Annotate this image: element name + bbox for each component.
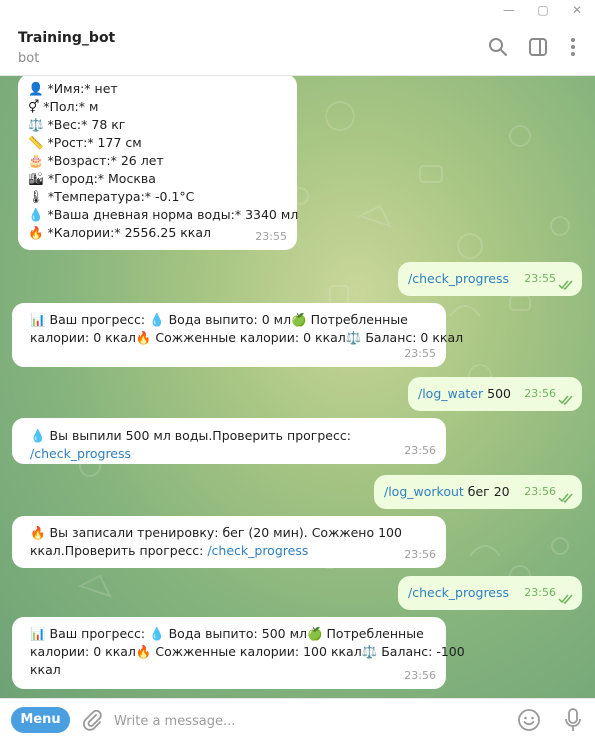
message-line: 🌡 *Температура:* -0.1°C bbox=[28, 189, 195, 204]
telegram-window: — ▢ ✕ Training_bot bot 👤 *Имя:* нет ⚥ *П… bbox=[0, 0, 595, 741]
message-time: 23:56 bbox=[404, 669, 436, 682]
message-line: 🎂 *Возраст:* 26 лет bbox=[28, 153, 164, 168]
message-time: 23:55 bbox=[255, 230, 287, 243]
read-check-icon bbox=[558, 493, 573, 503]
incoming-message[interactable]: 👤 *Имя:* нет ⚥ *Пол:* м ⚖️ *Вес:* 78 кг … bbox=[18, 76, 299, 250]
message-time: 23:56 bbox=[524, 485, 556, 498]
attach-icon[interactable] bbox=[80, 708, 104, 732]
read-check-icon bbox=[558, 395, 573, 405]
command-link[interactable]: /log_workout bbox=[384, 484, 464, 499]
emoji-icon[interactable] bbox=[517, 708, 541, 732]
message-time: 23:55 bbox=[524, 272, 556, 285]
minimize-button[interactable]: — bbox=[498, 2, 520, 18]
search-icon[interactable] bbox=[487, 36, 509, 58]
incoming-message[interactable]: 📊 Ваш прогресс: 💧 Вода выпито: 0 мл🍏 Пот… bbox=[12, 303, 464, 367]
message-line: ⚥ *Пол:* м bbox=[28, 99, 99, 114]
message-line: ккал bbox=[30, 662, 61, 677]
incoming-message[interactable]: 📊 Ваш прогресс: 💧 Вода выпито: 500 мл🍏 П… bbox=[12, 617, 465, 689]
command-link[interactable]: /check_progress bbox=[408, 271, 509, 286]
read-check-icon bbox=[558, 280, 573, 290]
message-line: 🔥 Вы записали тренировку: бег (20 мин). … bbox=[30, 525, 402, 540]
command-link[interactable]: /check_progress bbox=[207, 543, 308, 558]
message-time: 23:55 bbox=[404, 347, 436, 360]
microphone-icon[interactable] bbox=[563, 707, 583, 733]
message-time: 23:56 bbox=[404, 444, 436, 457]
read-check-icon bbox=[558, 594, 573, 604]
message-line: 💧 *Ваша дневная норма воды:* 3340 мл bbox=[28, 207, 299, 222]
chat-header: Training_bot bot bbox=[0, 20, 595, 76]
outgoing-message[interactable]: /check_progress 23:55 bbox=[398, 262, 582, 296]
message-input[interactable] bbox=[112, 706, 506, 736]
close-button[interactable]: ✕ bbox=[566, 2, 588, 18]
bot-menu-button[interactable]: Menu bbox=[11, 707, 70, 733]
message-line: калории: 0 ккал🔥 Сожженные калории: 0 кк… bbox=[30, 330, 464, 345]
message-time: 23:56 bbox=[404, 548, 436, 561]
message-line: 📏 *Рост:* 177 см bbox=[28, 135, 142, 150]
message-line: 📊 Ваш прогресс: 💧 Вода выпито: 0 мл🍏 Пот… bbox=[30, 312, 408, 327]
command-link[interactable]: /log_water bbox=[418, 386, 483, 401]
chat-area[interactable]: 👤 *Имя:* нет ⚥ *Пол:* м ⚖️ *Вес:* 78 кг … bbox=[0, 76, 595, 698]
message-line: 👤 *Имя:* нет bbox=[28, 81, 118, 96]
sidebar-toggle-icon[interactable] bbox=[527, 36, 549, 58]
command-args: 500 bbox=[483, 386, 511, 401]
outgoing-message[interactable]: /log_water 500 23:56 bbox=[408, 377, 582, 411]
message-line: калории: 0 ккал🔥 Сожженные калории: 100 … bbox=[30, 644, 465, 659]
incoming-message[interactable]: 💧 Вы выпили 500 мл воды.Проверить прогре… bbox=[12, 418, 446, 464]
command-link[interactable]: /check_progress bbox=[408, 585, 509, 600]
message-line: ⚖️ *Вес:* 78 кг bbox=[28, 117, 126, 132]
maximize-button[interactable]: ▢ bbox=[532, 2, 554, 18]
message-text: 💧 Вы выпили 500 мл воды.Проверить прогре… bbox=[30, 428, 351, 443]
message-composer: Menu bbox=[0, 698, 595, 741]
incoming-message[interactable]: 🔥 Вы записали тренировку: бег (20 мин). … bbox=[12, 516, 446, 568]
chat-title[interactable]: Training_bot bbox=[18, 30, 115, 46]
message-time: 23:56 bbox=[524, 586, 556, 599]
window-title-bar: — ▢ ✕ bbox=[0, 0, 595, 20]
message-text: ккал.Проверить прогресс: bbox=[30, 543, 208, 558]
outgoing-message[interactable]: /log_workout бег 20 23:56 bbox=[374, 475, 582, 509]
command-link[interactable]: /check_progress bbox=[30, 446, 131, 461]
command-args: бег 20 bbox=[463, 484, 510, 499]
outgoing-message[interactable]: /check_progress 23:56 bbox=[398, 576, 582, 610]
message-line: 🏙 *Город:* Москва bbox=[28, 171, 156, 186]
more-vertical-icon[interactable] bbox=[562, 36, 584, 58]
message-time: 23:56 bbox=[524, 387, 556, 400]
message-line: 📊 Ваш прогресс: 💧 Вода выпито: 500 мл🍏 П… bbox=[30, 626, 424, 641]
chat-subtitle: bot bbox=[18, 51, 40, 66]
